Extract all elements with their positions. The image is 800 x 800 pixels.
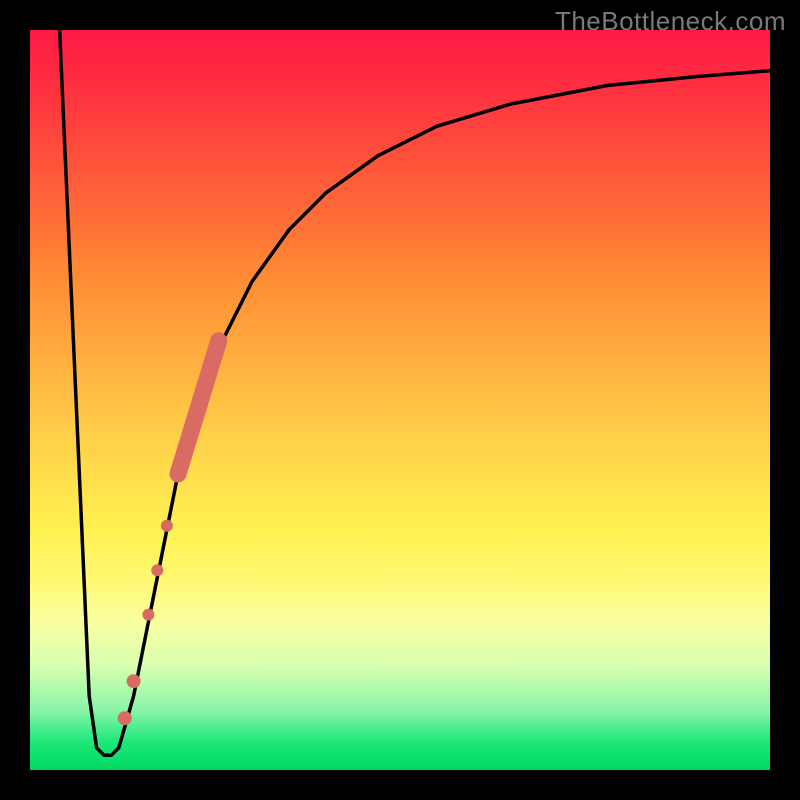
marker-segment bbox=[178, 341, 219, 474]
marker-dot bbox=[151, 564, 163, 576]
marker-dot bbox=[161, 520, 173, 532]
marker-dot bbox=[118, 711, 132, 725]
chart-container: TheBottleneck.com bbox=[0, 0, 800, 800]
data-markers bbox=[118, 341, 219, 725]
plot-area bbox=[30, 30, 770, 770]
marker-dot bbox=[142, 609, 154, 621]
marker-dot bbox=[127, 674, 141, 688]
chart-svg bbox=[30, 30, 770, 770]
bottleneck-curve bbox=[60, 30, 770, 755]
